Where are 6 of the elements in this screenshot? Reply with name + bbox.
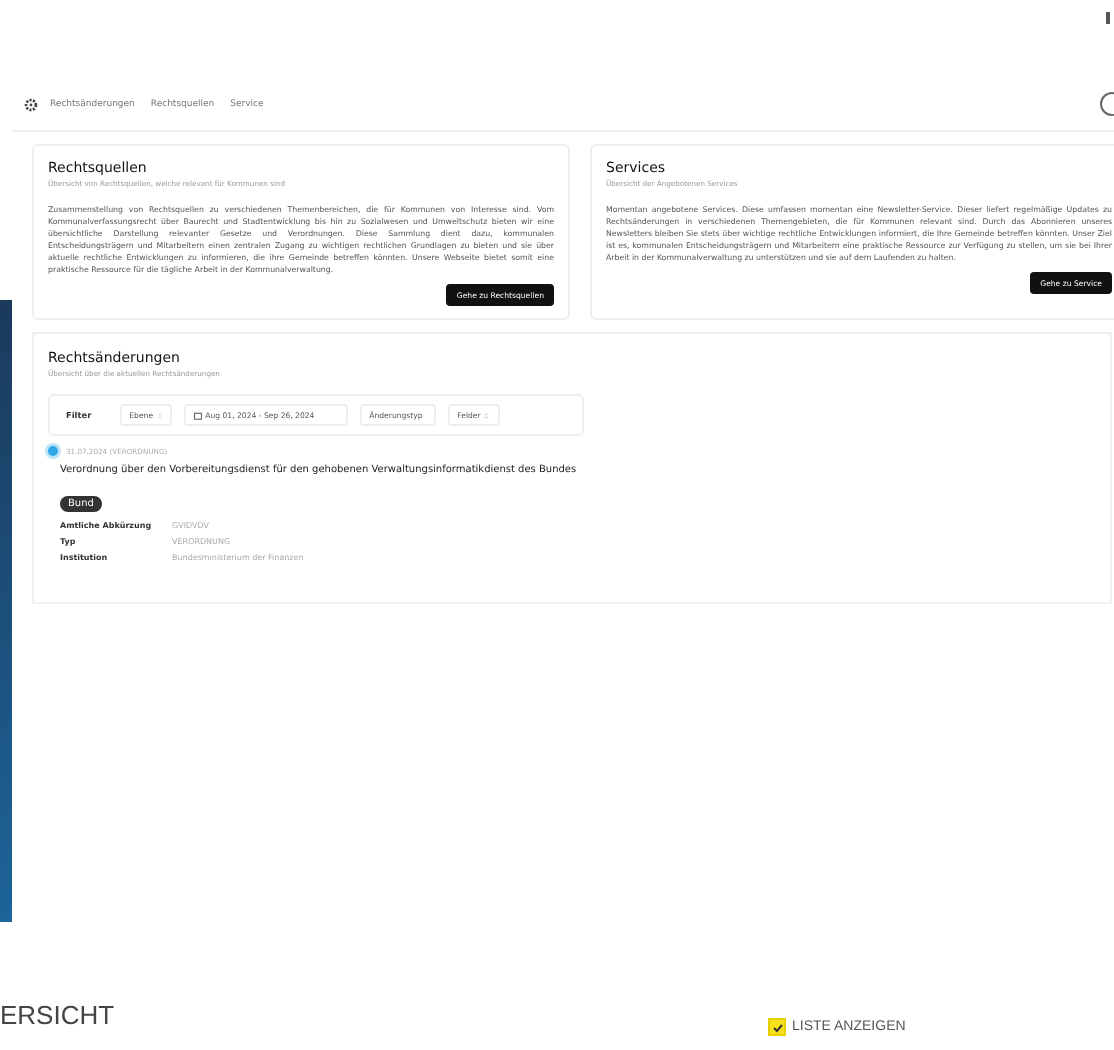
gear-icon[interactable] xyxy=(24,98,38,112)
list-checkbox[interactable] xyxy=(768,1018,786,1036)
timeline-dot[interactable] xyxy=(48,446,58,456)
close-icon[interactable] xyxy=(1106,12,1114,24)
calendar-icon xyxy=(193,411,202,419)
section-heading: ERSICHT xyxy=(0,1000,115,1030)
